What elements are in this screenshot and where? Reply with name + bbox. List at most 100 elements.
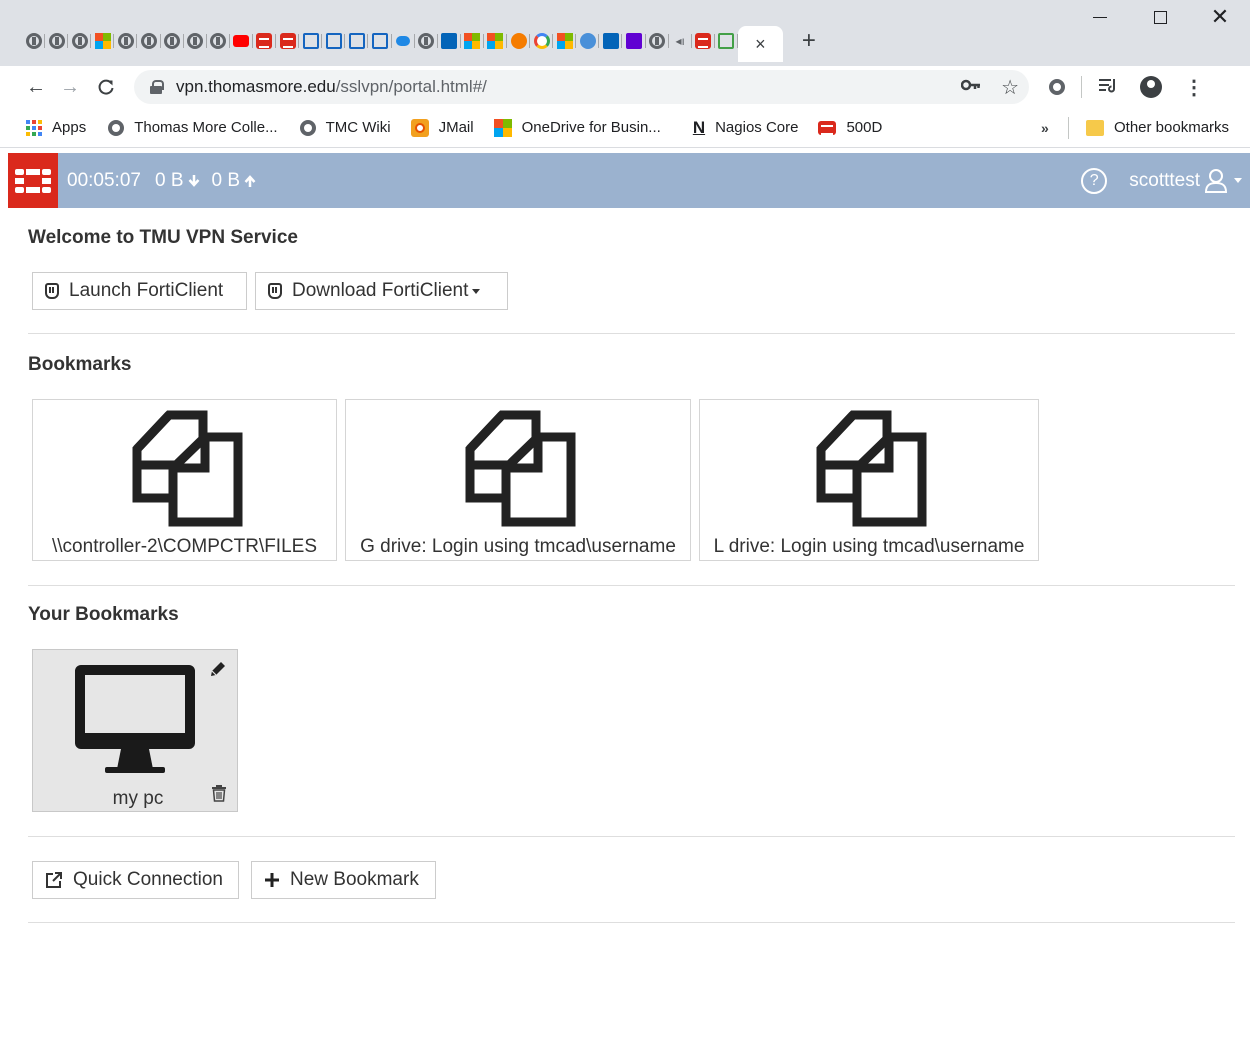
pinned-tab[interactable] xyxy=(137,26,161,56)
tab-list: ◂ı × + xyxy=(22,26,825,62)
bookmarks-divider xyxy=(1068,116,1069,139)
new-tab-button[interactable]: + xyxy=(793,26,825,56)
pinned-tab[interactable] xyxy=(507,26,531,56)
forward-button[interactable]: → xyxy=(54,71,86,103)
g-favicon-icon xyxy=(533,33,550,49)
portal-header: 00:05:07 0 B 0 B ? scotttest xyxy=(8,153,1250,208)
pinned-tab[interactable] xyxy=(530,26,554,56)
your-bookmarks-title: Your Bookmarks xyxy=(28,604,179,625)
pinned-tab[interactable] xyxy=(484,26,508,56)
pinned-tab[interactable] xyxy=(345,26,369,56)
lock-icon[interactable] xyxy=(150,80,164,94)
pinned-tab[interactable] xyxy=(646,26,669,56)
pinned-tab[interactable] xyxy=(692,26,715,56)
bookmark-tmc-wiki[interactable]: TMC Wiki xyxy=(292,114,399,142)
pinned-tab[interactable] xyxy=(553,26,577,56)
pinned-tab[interactable] xyxy=(184,26,207,56)
bookmark-500d[interactable]: 500D xyxy=(810,114,890,142)
divider xyxy=(28,836,1235,837)
pinned-tab[interactable] xyxy=(253,26,277,56)
key-icon[interactable] xyxy=(960,78,981,96)
pinned-tab[interactable] xyxy=(622,26,646,56)
sq-favicon-icon xyxy=(371,33,388,49)
close-window-button[interactable]: ✕ xyxy=(1190,0,1250,50)
reading-list-icon[interactable] xyxy=(1098,77,1118,98)
globe-favicon-icon xyxy=(48,33,65,49)
pinned-tab[interactable] xyxy=(438,26,461,56)
globe-favicon-icon xyxy=(164,33,181,49)
reload-button[interactable] xyxy=(90,71,122,103)
pinned-tab[interactable] xyxy=(276,26,300,56)
bookmark-jmail[interactable]: JMail xyxy=(403,114,482,142)
pinned-tab[interactable] xyxy=(114,26,138,56)
username[interactable]: scotttest xyxy=(1129,170,1200,192)
url-text[interactable]: vpn.thomasmore.edu/sslvpn/portal.html#/ xyxy=(176,77,487,97)
pinned-tab[interactable] xyxy=(461,26,484,56)
user-bookmark-card[interactable]: my pc xyxy=(32,649,238,812)
edit-pencil-icon[interactable] xyxy=(209,660,227,678)
bookmark-apps[interactable]: Apps xyxy=(18,114,94,142)
minimize-button[interactable] xyxy=(1070,0,1130,50)
download-forticlient-label: Download FortiClient xyxy=(292,280,469,301)
sq-favicon-icon xyxy=(348,33,365,49)
pinned-tab[interactable] xyxy=(368,26,392,56)
user-icon[interactable] xyxy=(1204,168,1228,194)
bookmark-label: \\controller-2\COMPCTR\FILES xyxy=(52,536,317,557)
user-menu-caret-icon[interactable] xyxy=(1234,178,1242,183)
other-bookmarks-folder[interactable]: Other bookmarks xyxy=(1078,114,1237,142)
pinned-tab[interactable] xyxy=(715,26,739,56)
bookmark-star-icon[interactable]: ☆ xyxy=(1001,75,1019,100)
quick-connection-button[interactable]: Quick Connection xyxy=(32,861,239,899)
launch-forticlient-button[interactable]: Launch FortiClient xyxy=(32,272,247,310)
window-controls: ✕ xyxy=(1070,0,1250,50)
reload-icon xyxy=(98,79,114,95)
maximize-button[interactable] xyxy=(1130,0,1190,50)
bookmark-card[interactable]: G drive: Login using tmcad\username xyxy=(345,399,691,561)
globe-favicon-icon xyxy=(649,33,666,49)
trash-icon[interactable] xyxy=(211,784,227,802)
ms-favicon-icon xyxy=(464,33,481,49)
microsoft-icon xyxy=(493,118,512,137)
pinned-tab[interactable] xyxy=(299,26,323,56)
pinned-tab[interactable] xyxy=(45,26,69,56)
pinned-tab[interactable] xyxy=(230,26,254,56)
nagios-icon: N xyxy=(692,117,706,137)
pinned-tab[interactable] xyxy=(322,26,346,56)
ms-favicon-icon xyxy=(94,33,111,49)
chrome-menu-icon[interactable]: ⋮ xyxy=(1184,75,1204,100)
ms-favicon-icon xyxy=(487,33,504,49)
close-tab-icon[interactable]: × xyxy=(755,35,766,53)
pinned-tab[interactable] xyxy=(599,26,623,56)
extension-icon[interactable] xyxy=(1049,79,1065,95)
pinned-tab[interactable]: ◂ı xyxy=(669,26,692,56)
bookmark-nagios[interactable]: N Nagios Core xyxy=(685,114,807,142)
other-bookmarks-label: Other bookmarks xyxy=(1114,119,1230,136)
bookmark-onedrive[interactable]: OneDrive for Busin... xyxy=(486,114,669,142)
active-tab[interactable]: × xyxy=(737,26,783,62)
help-icon[interactable]: ? xyxy=(1081,167,1108,194)
pinned-tab[interactable] xyxy=(415,26,438,56)
bookmark-thomas-more[interactable]: Thomas More Colle... xyxy=(100,114,285,142)
bookmark-card[interactable]: \\controller-2\COMPCTR\FILES xyxy=(32,399,337,561)
profile-icon[interactable] xyxy=(1140,76,1162,98)
bookmark-label: OneDrive for Busin... xyxy=(521,119,661,136)
pinned-tab[interactable] xyxy=(207,26,230,56)
portal-user-area: ? scotttest xyxy=(1081,153,1242,208)
close-icon: ✕ xyxy=(1210,4,1230,29)
address-bar[interactable]: vpn.thomasmore.edu/sslvpn/portal.html#/ … xyxy=(134,70,1029,104)
bookmark-label: Apps xyxy=(52,119,87,136)
pinned-tab[interactable] xyxy=(576,26,600,56)
back-button[interactable]: ← xyxy=(20,71,52,103)
more-bookmarks-chevron-icon[interactable]: » xyxy=(1041,120,1049,136)
pinned-tab[interactable] xyxy=(22,26,46,56)
pinned-tab[interactable] xyxy=(392,26,415,56)
ms-favicon-icon xyxy=(556,33,573,49)
new-bookmark-button[interactable]: New Bookmark xyxy=(251,861,436,899)
globe-favicon-icon xyxy=(418,33,435,49)
download-forticlient-button[interactable]: Download FortiClient xyxy=(255,272,508,310)
pinned-tab[interactable] xyxy=(161,26,184,56)
bookmark-card[interactable]: L drive: Login using tmcad\username xyxy=(699,399,1039,561)
pinned-tab[interactable] xyxy=(68,26,92,56)
pinned-tab[interactable] xyxy=(91,26,115,56)
plus-icon xyxy=(265,873,279,887)
